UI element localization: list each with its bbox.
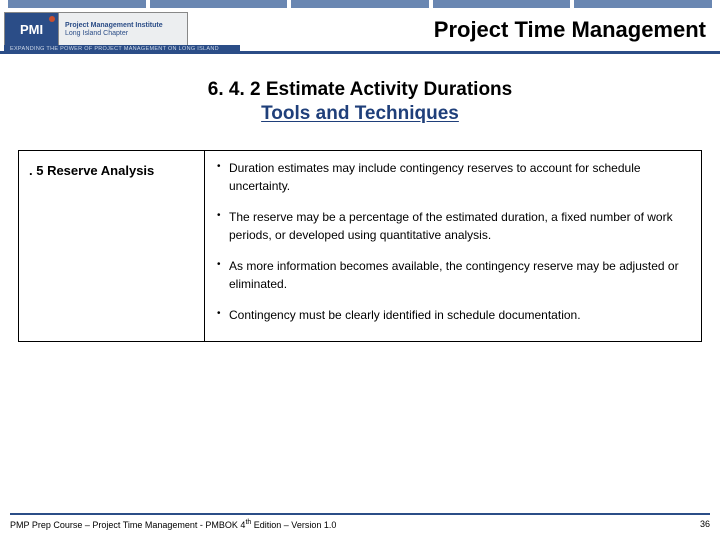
logo-subtitle: EXPANDING THE POWER OF PROJECT MANAGEMEN… <box>4 45 240 53</box>
footer-left: PMP Prep Course – Project Time Managemen… <box>10 519 336 530</box>
footer: PMP Prep Course – Project Time Managemen… <box>10 513 710 530</box>
logo-mark-text: PMI <box>20 22 43 37</box>
page-title: Project Time Management <box>188 17 710 43</box>
content-table: . 5 Reserve Analysis Duration estimates … <box>18 150 702 342</box>
footer-text-b: Edition – Version 1.0 <box>251 520 336 530</box>
bullet-item: Contingency must be clearly identified i… <box>215 306 691 325</box>
logo-text-line2: Long Island Chapter <box>65 30 181 38</box>
pmi-logo: PMI Project Management Institute Long Is… <box>4 12 188 48</box>
footer-text-a: PMP Prep Course – Project Time Managemen… <box>10 520 245 530</box>
top-accent-stripes <box>0 0 720 8</box>
bullet-item: The reserve may be a percentage of the e… <box>215 208 691 245</box>
logo-text: Project Management Institute Long Island… <box>58 12 188 48</box>
footer-page-number: 36 <box>700 519 710 530</box>
slide-heading: 6. 4. 2 Estimate Activity Durations Tool… <box>0 78 720 126</box>
heading-sub: Tools and Techniques <box>261 103 459 124</box>
bullet-item: Duration estimates may include contingen… <box>215 159 691 196</box>
row-label: . 5 Reserve Analysis <box>19 150 205 341</box>
logo-mark: PMI <box>4 12 58 48</box>
bullet-item: As more information becomes available, t… <box>215 257 691 294</box>
heading-main: 6. 4. 2 Estimate Activity Durations <box>208 79 512 100</box>
logo-text-line1: Project Management Institute <box>65 22 181 30</box>
logo-dot-icon <box>49 16 55 22</box>
row-body: Duration estimates may include contingen… <box>205 150 702 341</box>
bullet-list: Duration estimates may include contingen… <box>215 159 691 325</box>
